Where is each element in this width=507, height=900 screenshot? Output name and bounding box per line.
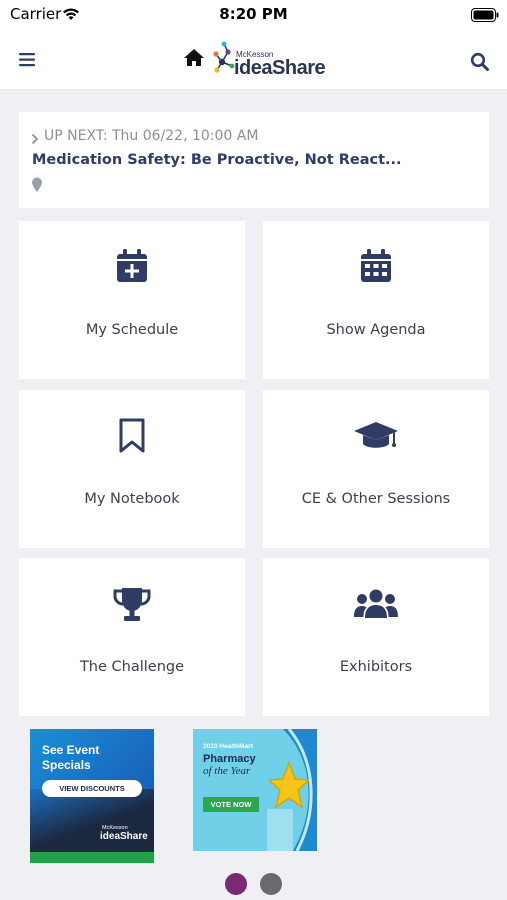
tile-my-notebook[interactable]: My Notebook bbox=[19, 390, 245, 548]
banner-event-specials[interactable]: See Event Specials VIEW DISCOUNTS McKess… bbox=[30, 729, 154, 863]
tile-label: My Schedule bbox=[85, 322, 179, 338]
tile-ce-other-sessions[interactable]: CE & Other Sessions bbox=[263, 390, 489, 548]
up-next-card[interactable]: UP NEXT: Thu 06/22, 10:00 AM Medication … bbox=[19, 112, 489, 208]
pager-dot[interactable] bbox=[260, 873, 282, 895]
tile-label: Show Agenda bbox=[326, 322, 426, 338]
star-icon bbox=[249, 759, 311, 819]
graduation-cap-icon bbox=[263, 418, 489, 454]
banner-background bbox=[30, 789, 154, 853]
group-icon bbox=[263, 586, 489, 622]
calendar-plus-icon bbox=[19, 249, 245, 285]
trophy-icon bbox=[19, 586, 245, 622]
banner-year: 2023 HealthMart bbox=[203, 743, 253, 750]
banner-title: Pharmacy bbox=[203, 753, 256, 765]
view-discounts-button[interactable]: VIEW DISCOUNTS bbox=[42, 780, 142, 797]
tile-label: The Challenge bbox=[79, 659, 185, 675]
brand-molecule-icon bbox=[213, 41, 235, 73]
chevron-right-icon bbox=[31, 130, 39, 149]
menu-icon[interactable] bbox=[19, 52, 37, 68]
banner-heading: See Event Specials bbox=[42, 743, 100, 772]
tile-label: Exhibitors bbox=[339, 659, 413, 675]
up-next-title: Medication Safety: Be Proactive, Not Rea… bbox=[32, 152, 402, 168]
tile-my-schedule[interactable]: My Schedule bbox=[19, 221, 245, 379]
tile-label: CE & Other Sessions bbox=[301, 491, 451, 507]
up-next-label: UP NEXT: Thu 06/22, 10:00 AM bbox=[44, 128, 259, 144]
location-pin-icon bbox=[31, 177, 43, 197]
app-header: McKesson ideaShare bbox=[0, 30, 507, 90]
tile-exhibitors[interactable]: Exhibitors bbox=[263, 558, 489, 716]
banner-logo: ideaShare bbox=[100, 831, 148, 842]
brand-name: ideaShare bbox=[234, 57, 326, 79]
tile-show-agenda[interactable]: Show Agenda bbox=[263, 221, 489, 379]
calendar-grid-icon bbox=[263, 249, 489, 285]
search-icon[interactable] bbox=[470, 52, 490, 72]
banner-subtitle: of the Year bbox=[203, 765, 251, 777]
banner-pharmacy-of-the-year[interactable]: 2023 HealthMart Pharmacy of the Year VOT… bbox=[193, 729, 317, 851]
tile-label: My Notebook bbox=[84, 491, 180, 507]
home-icon[interactable] bbox=[183, 48, 205, 68]
battery-icon bbox=[471, 7, 499, 26]
brand-logo: McKesson ideaShare bbox=[212, 40, 332, 80]
tile-the-challenge[interactable]: The Challenge bbox=[19, 558, 245, 716]
banner-accent-bar bbox=[30, 852, 154, 863]
status-bar: Carrier 8:20 PM bbox=[0, 0, 507, 30]
pager-dot-active[interactable] bbox=[225, 873, 247, 895]
bookmark-icon bbox=[19, 418, 245, 454]
clock: 8:20 PM bbox=[219, 5, 288, 23]
